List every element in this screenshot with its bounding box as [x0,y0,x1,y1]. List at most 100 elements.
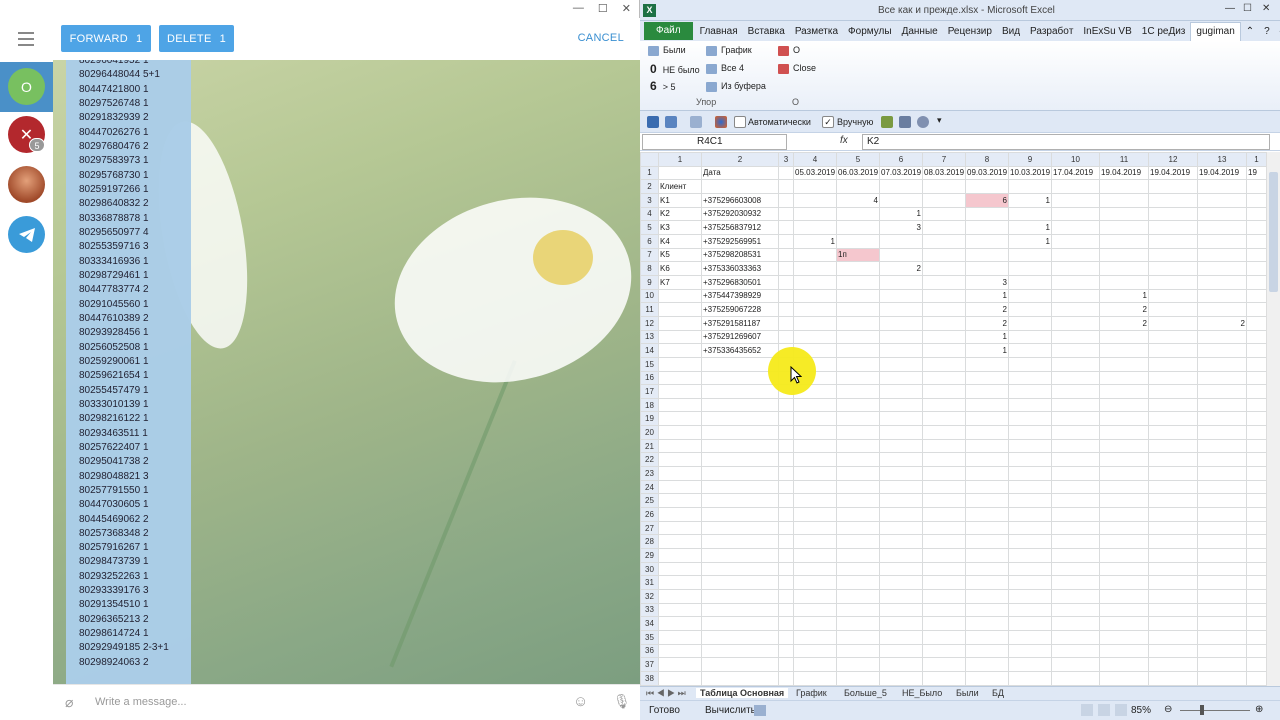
cell[interactable] [1051,438,1100,454]
emoji-icon[interactable]: ☺ [573,693,588,710]
cell[interactable]: 1п [836,247,880,263]
zoom-slider-thumb[interactable] [1200,705,1204,715]
cell[interactable] [1197,643,1247,659]
cell[interactable] [836,233,880,249]
row-header[interactable]: 19 [640,411,659,427]
cell[interactable] [778,479,794,495]
cell[interactable] [922,288,966,304]
sheet-tab[interactable]: БД [992,688,1004,698]
cell[interactable] [1099,384,1149,399]
row-header[interactable]: 24 [640,479,659,495]
cell[interactable] [658,575,702,590]
cell[interactable] [1008,616,1052,631]
close-icon[interactable]: ✕ [622,2,631,18]
telegram-icon[interactable] [8,216,45,253]
cell[interactable] [1051,356,1100,372]
name-box[interactable]: R4C1 [642,134,787,150]
cell[interactable] [836,589,880,604]
undo-icon[interactable] [665,116,677,128]
cell[interactable] [922,670,966,687]
cell[interactable] [879,534,923,550]
cell[interactable] [1197,520,1247,536]
cell[interactable] [701,534,779,550]
cell[interactable] [793,589,837,604]
cell[interactable] [1148,261,1198,276]
cell[interactable]: 2 [1197,315,1247,331]
cell[interactable] [1148,397,1198,413]
cell[interactable] [1099,233,1149,249]
cell[interactable] [793,397,837,413]
cell[interactable] [922,179,966,194]
cell[interactable] [965,534,1009,550]
cell[interactable] [965,575,1009,590]
close-icon[interactable]: ✕ [1262,3,1270,14]
cell[interactable] [778,548,794,563]
cell[interactable] [1099,329,1149,345]
row-header[interactable]: 26 [640,507,659,522]
cell[interactable] [1197,397,1247,413]
cell[interactable]: 2 [965,315,1009,331]
cell[interactable] [1197,670,1247,687]
cell[interactable] [658,520,702,536]
calculate-button[interactable]: Вычислить [705,705,756,716]
cell[interactable] [922,548,966,563]
cell[interactable] [701,397,779,413]
cell[interactable] [1246,384,1267,399]
cell[interactable] [701,602,779,618]
cell[interactable] [701,589,779,604]
cell[interactable] [1008,479,1052,495]
minimize-icon[interactable]: — [1225,3,1235,14]
cell[interactable] [922,411,966,427]
scrollbar-thumb[interactable] [1269,172,1278,292]
cell[interactable]: 1 [1008,220,1052,235]
cell[interactable]: 2 [965,302,1009,317]
cell[interactable]: +375296830501 [701,274,779,290]
cell[interactable] [1148,370,1198,386]
iz-bufera-button[interactable]: Из буфера [706,81,766,92]
cell[interactable] [1148,602,1198,618]
cell[interactable] [1099,274,1149,290]
cell[interactable] [778,329,794,345]
cell[interactable] [922,356,966,372]
row-header[interactable]: 29 [640,548,659,563]
zoom-in-icon[interactable]: ⊕ [1255,704,1263,715]
cell[interactable] [658,507,702,522]
cell[interactable] [879,356,923,372]
cell[interactable] [1148,425,1198,440]
cell[interactable] [793,261,837,276]
cell[interactable] [658,288,702,304]
avatar-o[interactable]: O [8,68,45,105]
row-header[interactable]: 25 [640,493,659,509]
ribbon-tab[interactable]: Данные [897,26,943,37]
cell[interactable] [1246,520,1267,536]
cell[interactable] [793,466,837,481]
cell[interactable] [879,629,923,645]
cell[interactable] [965,233,1009,249]
cell[interactable] [1008,370,1052,386]
cell[interactable] [701,616,779,631]
cell[interactable]: 1 [793,233,837,249]
sheet-tab[interactable]: График [796,688,827,698]
grafik-button[interactable]: График [706,45,752,56]
maximize-icon[interactable]: ☐ [598,2,608,18]
cell[interactable] [836,670,880,687]
sheet-tab[interactable]: Таблица Основная [696,688,789,698]
vse4-button[interactable]: Все 4 [706,63,744,74]
cell[interactable] [1246,220,1267,235]
cell[interactable] [1099,466,1149,481]
cell[interactable]: 1 [879,206,923,222]
cell[interactable] [793,220,837,235]
cell[interactable] [836,452,880,468]
cell[interactable] [836,425,880,440]
cell[interactable] [1099,220,1149,235]
formula-input[interactable]: K2 [862,134,1270,150]
cell[interactable] [778,411,794,427]
cell[interactable] [701,452,779,468]
cell[interactable] [1197,493,1247,509]
cell[interactable] [1246,629,1267,645]
cell[interactable] [1197,179,1247,194]
cell[interactable] [836,616,880,631]
cell[interactable] [1008,288,1052,304]
cell[interactable] [836,274,880,290]
cell[interactable] [1246,329,1267,345]
